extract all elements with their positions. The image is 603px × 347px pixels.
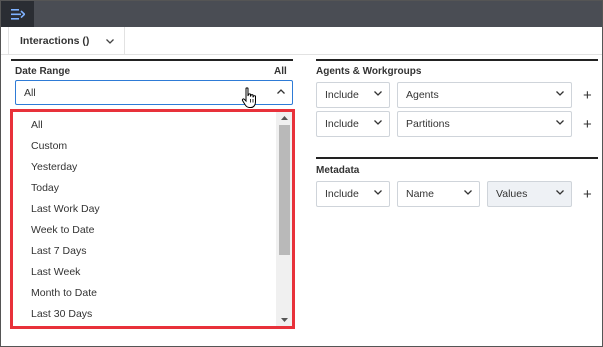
dropdown-option-all[interactable]: All — [13, 114, 274, 135]
metadata-name-select[interactable]: Name — [397, 181, 480, 207]
date-range-label: Date Range — [15, 66, 71, 77]
tab-label: Interactions () — [20, 35, 90, 47]
date-range-value: All — [24, 86, 36, 99]
agents-include-select[interactable]: Include — [316, 82, 390, 108]
dropdown-option-last-week[interactable]: Last Week — [13, 261, 274, 282]
agents-workgroups-label: Agents & Workgroups — [316, 66, 422, 77]
chevron-down-icon — [464, 190, 472, 195]
dropdown-option-week-to-date[interactable]: Week to Date — [13, 219, 274, 240]
hand-cursor-icon — [241, 87, 256, 108]
metadata-divider — [316, 157, 598, 159]
chevron-down-icon — [374, 120, 382, 125]
metadata-values-select[interactable]: Values — [487, 181, 572, 207]
chevron-down-icon — [106, 38, 114, 44]
top-bar — [1, 1, 602, 27]
dropdown-scrollbar[interactable] — [276, 112, 292, 326]
agents-select[interactable]: Agents — [397, 82, 572, 108]
dropdown-option-last-7-days[interactable]: Last 7 Days — [13, 240, 274, 261]
collapse-menu-button[interactable] — [1, 1, 34, 27]
partitions-select[interactable]: Partitions — [397, 111, 572, 137]
dropdown-option-today[interactable]: Today — [13, 177, 274, 198]
agents-divider — [316, 59, 598, 61]
metadata-label: Metadata — [316, 165, 360, 176]
scroll-up-button[interactable] — [276, 112, 292, 124]
dropdown-option-month-to-date[interactable]: Month to Date — [13, 282, 274, 303]
date-range-summary: All — [274, 66, 287, 77]
dropdown-option-last-30-days[interactable]: Last 30 Days — [13, 303, 274, 324]
scrollbar-thumb[interactable] — [279, 125, 290, 255]
chevron-down-icon — [556, 91, 564, 96]
tab-bar: Interactions () — [1, 27, 602, 55]
add-partitions-filter-button[interactable]: + — [583, 117, 592, 132]
triangle-down-icon — [280, 318, 288, 322]
chevron-down-icon — [556, 120, 564, 125]
chevron-down-icon — [374, 91, 382, 96]
date-range-dropdown: All Custom Yesterday Today Last Work Day… — [10, 109, 295, 329]
date-range-options: All Custom Yesterday Today Last Work Day… — [13, 114, 274, 324]
chevron-down-icon — [374, 190, 382, 195]
chevron-up-icon — [277, 89, 285, 94]
collapse-menu-icon — [10, 8, 25, 20]
partitions-include-select[interactable]: Include — [316, 111, 390, 137]
date-range-divider — [11, 59, 293, 61]
dropdown-option-yesterday[interactable]: Yesterday — [13, 156, 274, 177]
tab-interactions[interactable]: Interactions () — [8, 27, 125, 55]
add-agents-filter-button[interactable]: + — [583, 88, 592, 103]
triangle-up-icon — [280, 116, 288, 120]
dropdown-option-last-work-day[interactable]: Last Work Day — [13, 198, 274, 219]
metadata-include-select[interactable]: Include — [316, 181, 390, 207]
dropdown-option-custom[interactable]: Custom — [13, 135, 274, 156]
add-metadata-filter-button[interactable]: + — [583, 187, 592, 202]
app-frame: Interactions () Date Range All All All C… — [0, 0, 603, 347]
chevron-down-icon — [556, 190, 564, 195]
scroll-down-button[interactable] — [276, 314, 292, 326]
